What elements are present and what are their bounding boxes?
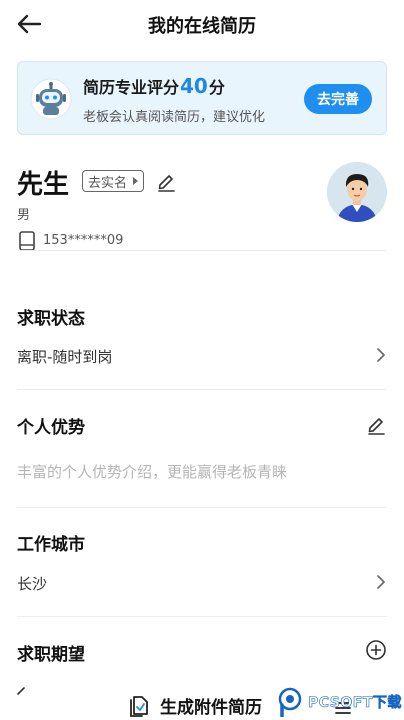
score-subtitle: 老板会认真阅读简历，建议优化 xyxy=(83,110,266,125)
edit-pencil-icon[interactable] xyxy=(155,170,177,192)
generate-label: 生成附件简历 xyxy=(160,697,262,718)
watermark: PCSOFT下载 xyxy=(278,684,404,720)
divider xyxy=(17,616,387,617)
section-title-work-city: 工作城市 xyxy=(17,535,85,555)
chevron-right-icon[interactable] xyxy=(375,347,387,363)
partial-icon xyxy=(17,687,25,695)
resume-copy-icon xyxy=(130,696,148,717)
divider xyxy=(17,389,387,390)
top-bar: 我的在线简历 xyxy=(0,0,404,48)
robot-assistant-icon xyxy=(30,78,72,120)
score-title-prefix: 简历专业评分 xyxy=(83,78,180,97)
verify-label: 去实名 xyxy=(88,175,128,191)
work-city-row[interactable] xyxy=(0,563,404,603)
edit-pencil-icon[interactable] xyxy=(365,413,387,435)
phone-number: 153******09 xyxy=(43,233,124,248)
gender-text: 男 xyxy=(17,208,31,223)
section-title-job-status: 求职状态 xyxy=(17,309,85,329)
add-circle-icon[interactable] xyxy=(365,639,387,661)
score-value: 40 xyxy=(180,74,208,98)
advantage-placeholder[interactable]: 丰富的个人优势介绍，更能赢得老板青睐 xyxy=(17,461,287,482)
user-avatar-icon xyxy=(327,162,387,222)
page-title: 我的在线简历 xyxy=(148,16,256,37)
score-title: 简历专业评分 40 分 xyxy=(83,74,225,98)
score-title-suffix: 分 xyxy=(208,78,225,97)
phone-icon xyxy=(19,231,35,251)
verify-identity-tag[interactable]: 去实名 xyxy=(82,170,145,192)
divider xyxy=(17,250,387,251)
watermark-text: PCSOFT下载 xyxy=(308,695,402,712)
chevron-right-icon[interactable] xyxy=(375,574,387,590)
watermark-logo-icon xyxy=(278,687,302,717)
triangle-right-icon xyxy=(133,177,139,185)
user-name: 先生 xyxy=(17,170,70,200)
work-city-value: 长沙 xyxy=(17,575,48,593)
section-title-expectation: 求职期望 xyxy=(17,645,85,665)
resume-score-card: 简历专业评分 40 分 老板会认真阅读简历，建议优化 去完善 xyxy=(17,61,387,135)
improve-resume-button[interactable]: 去完善 xyxy=(304,84,372,114)
job-status-value: 离职-随时到岗 xyxy=(17,348,113,366)
generate-attachment-resume-button[interactable]: 生成附件简历 xyxy=(128,690,262,720)
avatar[interactable] xyxy=(327,162,387,222)
section-title-advantage: 个人优势 xyxy=(17,418,85,438)
divider xyxy=(17,507,387,508)
